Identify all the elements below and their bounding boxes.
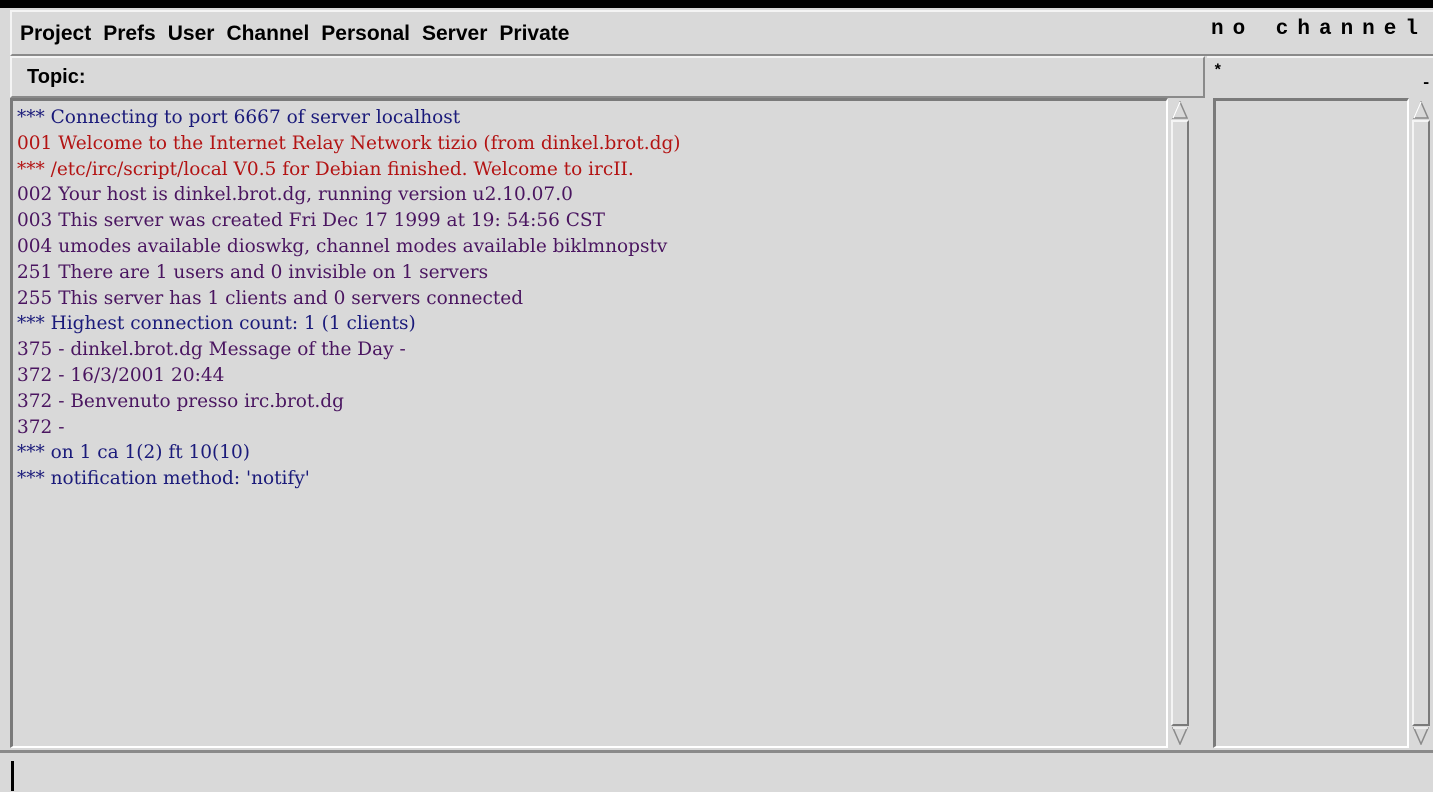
menu-user[interactable]: User: [168, 22, 215, 46]
menu-private[interactable]: Private: [499, 22, 569, 46]
message-line: *** on 1 ca 1(2) ft 10(10): [17, 442, 251, 464]
message-line: 002 Your host is dinkel.brot.dg, running…: [17, 184, 573, 206]
message-line: 372 -: [17, 416, 65, 438]
message-line: 375 - dinkel.brot.dg Message of the Day …: [17, 339, 406, 361]
nicklist-scrollbar[interactable]: [1411, 98, 1433, 748]
menu-personal[interactable]: Personal: [321, 22, 410, 46]
message-line: 001 Welcome to the Internet Relay Networ…: [17, 132, 681, 154]
scroll-up-arrow-icon[interactable]: [1171, 100, 1189, 120]
input-bar: [0, 750, 1433, 792]
topic-bar[interactable]: Topic:: [10, 56, 1205, 98]
menu-channel[interactable]: Channel: [226, 22, 309, 46]
message-line: 251 There are 1 users and 0 invisible on…: [17, 261, 489, 283]
message-lines: *** Connecting to port 6667 of server lo…: [17, 105, 681, 492]
message-line: 372 - Benvenuto presso irc.brot.dg: [17, 390, 344, 412]
message-line: 003 This server was created Fri Dec 17 1…: [17, 210, 605, 232]
menu-server[interactable]: Server: [422, 22, 487, 46]
text-cursor: [11, 761, 14, 791]
message-line: 004 umodes available dioswkg, channel mo…: [17, 235, 668, 257]
message-line: *** Connecting to port 6667 of server lo…: [17, 107, 461, 128]
output-scrollbar[interactable]: [1170, 98, 1192, 748]
nick-list[interactable]: [1213, 98, 1409, 748]
message-line: 255 This server has 1 clients and 0 serv…: [17, 287, 524, 309]
message-line: 372 - 16/3/2001 20:44: [17, 364, 225, 386]
command-input[interactable]: [10, 757, 1433, 792]
nicklist-header-mark: *: [1213, 62, 1223, 80]
nicklist-header-dash[interactable]: -: [1421, 74, 1431, 92]
nick-scroll-down-arrow-icon[interactable]: [1412, 726, 1430, 746]
message-line: *** Highest connection count: 1 (1 clien…: [17, 313, 416, 335]
nick-scroll-trough[interactable]: [1412, 120, 1430, 726]
nicklist-header: * -: [1207, 56, 1433, 98]
scroll-down-arrow-icon[interactable]: [1171, 726, 1189, 746]
menu-project[interactable]: Project: [20, 22, 91, 46]
nick-scroll-up-arrow-icon[interactable]: [1412, 100, 1430, 120]
menu-bar: Project Prefs User Channel Personal Serv…: [0, 0, 1433, 56]
message-output: *** Connecting to port 6667 of server lo…: [10, 98, 1168, 748]
menu-items: Project Prefs User Channel Personal Serv…: [20, 22, 569, 46]
output-scroll-trough[interactable]: [1171, 120, 1189, 726]
message-line: *** /etc/irc/script/local V0.5 for Debia…: [17, 158, 634, 180]
message-line: *** notification method: 'notify': [17, 468, 310, 490]
menu-prefs[interactable]: Prefs: [103, 22, 156, 46]
topic-label: Topic:: [27, 66, 86, 88]
channel-status: no channel: [1210, 18, 1427, 41]
